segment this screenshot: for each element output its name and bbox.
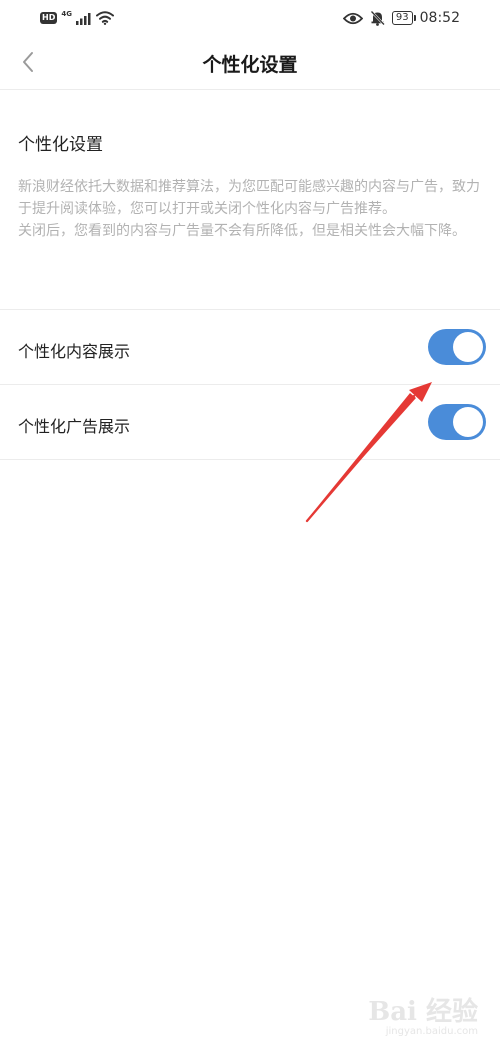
app-screen: HD 4G 93 08:52 个性化设置 个性化设置 新浪财经依托大数据和推荐算… bbox=[0, 0, 500, 1055]
status-time: 08:52 bbox=[419, 10, 460, 26]
network-type: 4G bbox=[61, 10, 72, 18]
title-bar: 个性化设置 bbox=[0, 36, 500, 90]
intro-description: 新浪财经依托大数据和推荐算法，为您匹配可能感兴趣的内容与广告，致力于提升阅读体验… bbox=[18, 179, 480, 239]
watermark: Bai 经验 jingyan.baidu.com bbox=[368, 991, 478, 1037]
toggle-knob bbox=[453, 407, 483, 437]
hd-badge: HD bbox=[40, 12, 58, 24]
intro-title: 个性化设置 bbox=[18, 135, 103, 155]
bell-off-icon bbox=[370, 10, 385, 26]
status-right: 93 08:52 bbox=[342, 8, 460, 28]
status-bar: HD 4G 93 08:52 bbox=[0, 0, 500, 36]
signal-icon bbox=[75, 12, 91, 25]
content-personalization-toggle[interactable] bbox=[428, 329, 486, 365]
battery-indicator: 93 bbox=[391, 11, 416, 25]
setting-row-ads: 个性化广告展示 bbox=[0, 385, 500, 460]
setting-label: 个性化内容展示 bbox=[18, 342, 131, 361]
setting-label: 个性化广告展示 bbox=[18, 417, 131, 436]
watermark-logo: Bai 经验 bbox=[368, 997, 478, 1027]
ads-personalization-toggle[interactable] bbox=[428, 404, 486, 440]
toggle-knob bbox=[453, 332, 483, 362]
page-title: 个性化设置 bbox=[202, 54, 298, 76]
eye-icon bbox=[342, 12, 363, 24]
intro-section: 个性化设置 新浪财经依托大数据和推荐算法，为您匹配可能感兴趣的内容与广告，致力于… bbox=[0, 90, 500, 310]
status-left: HD 4G bbox=[40, 10, 114, 26]
setting-row-content: 个性化内容展示 bbox=[0, 310, 500, 385]
wifi-icon bbox=[95, 11, 114, 25]
